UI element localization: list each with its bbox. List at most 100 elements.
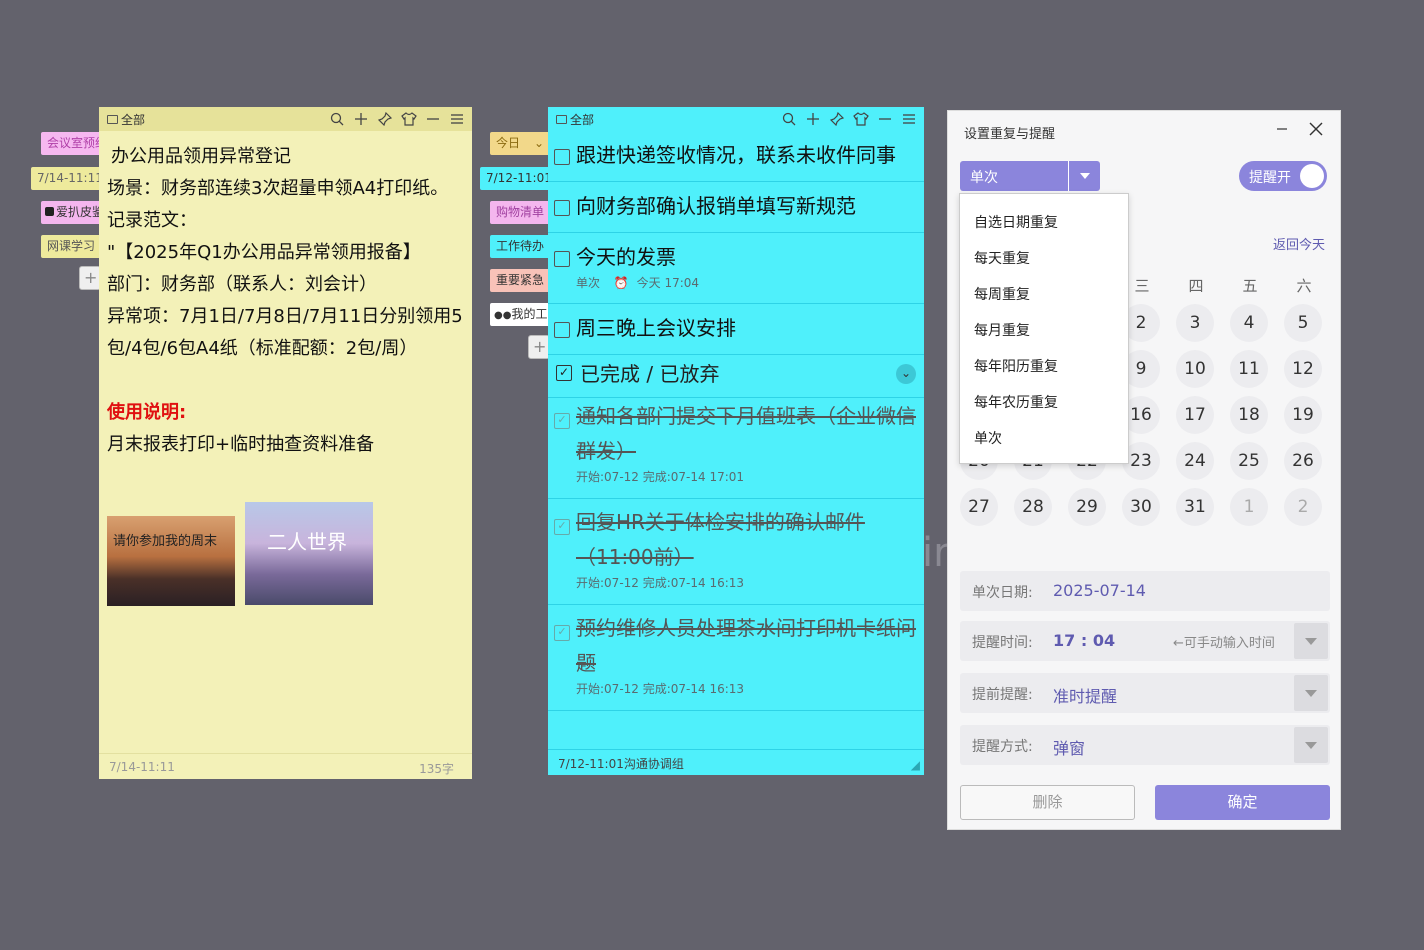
- dialog-title: 设置重复与提醒: [964, 127, 1056, 142]
- menu-icon[interactable]: [900, 109, 918, 129]
- calendar-day[interactable]: 1: [1230, 488, 1268, 526]
- skin-icon[interactable]: [400, 109, 418, 129]
- menu-item[interactable]: 每周重复: [974, 284, 1030, 304]
- menu-item[interactable]: 每天重复: [974, 248, 1030, 268]
- folder-label[interactable]: 全部: [121, 111, 145, 128]
- image-caption: 请你参加我的周末: [113, 534, 218, 549]
- repeat-label: 单次: [576, 276, 601, 290]
- note-image-couple[interactable]: 二人世界: [245, 502, 373, 605]
- todo-item[interactable]: 周三晚上会议安排: [548, 311, 924, 355]
- calendar-day[interactable]: 2: [1284, 488, 1322, 526]
- calendar-day[interactable]: 28: [1014, 488, 1052, 526]
- calendar-day[interactable]: 29: [1068, 488, 1106, 526]
- add-icon[interactable]: [804, 109, 822, 129]
- side-tab-shopping[interactable]: 购物清单: [490, 201, 548, 224]
- note-content[interactable]: 办公用品领用异常登记 场景：财务部连续3次超量申领A4打印纸。 记录范文： "【…: [107, 141, 466, 461]
- time-field[interactable]: 提醒时间: 17 : 04 ←可手动输入时间: [960, 621, 1330, 661]
- search-icon[interactable]: [328, 109, 346, 129]
- time-value[interactable]: 17 : 04: [1053, 631, 1115, 650]
- delete-button[interactable]: 删除: [960, 785, 1135, 820]
- pin-icon[interactable]: [828, 109, 846, 129]
- advance-dropdown[interactable]: [1294, 675, 1328, 711]
- add-note-button[interactable]: +: [79, 266, 101, 290]
- side-tab-time-2[interactable]: 7/12-11:01: [480, 167, 548, 190]
- reminder-toggle[interactable]: 提醒开: [1239, 161, 1327, 191]
- done-section-header[interactable]: ✓ 已完成 / 已放弃 ⌄: [548, 354, 924, 398]
- done-item[interactable]: ✓ 预约维修人员处理茶水间打印机卡纸问 题 开始:07-12 完成:07-14 …: [548, 611, 924, 711]
- menu-item[interactable]: 每年农历重复: [974, 392, 1058, 412]
- menu-item[interactable]: 每月重复: [974, 320, 1030, 340]
- todo-item[interactable]: 今天的发票 单次 ⏰ 今天 17:04: [548, 240, 924, 304]
- checkbox[interactable]: [554, 149, 570, 165]
- checkbox[interactable]: ✓: [554, 413, 570, 429]
- reminder-time: 今天 17:04: [636, 276, 700, 290]
- resize-grip-icon[interactable]: ◢: [911, 758, 920, 772]
- back-today-link[interactable]: 返回今天: [1273, 234, 1325, 253]
- done-item[interactable]: ✓ 通知各部门提交下月值班表（企业微信 群发） 开始:07-12 完成:07-1…: [548, 399, 924, 499]
- image-caption: 二人世界: [267, 530, 347, 554]
- time-hour[interactable]: 17: [1053, 631, 1075, 650]
- minimize-button[interactable]: [1275, 119, 1291, 137]
- date-field[interactable]: 单次日期: 2025-07-14: [960, 571, 1330, 611]
- menu-item[interactable]: 每年阳历重复: [974, 356, 1058, 376]
- note-window-office: 全部 办公用品领用异常登记 场景：财务部连续3次超量申领A4打印纸。 记录范文：…: [99, 107, 472, 779]
- todo-item[interactable]: 跟进快递签收情况，联系未收件同事: [548, 138, 924, 182]
- calendar-day[interactable]: 25: [1230, 442, 1268, 480]
- checkbox[interactable]: ✓: [554, 519, 570, 535]
- calendar-day[interactable]: 30: [1122, 488, 1160, 526]
- folder-label[interactable]: 全部: [570, 111, 594, 128]
- side-tab-meeting[interactable]: 会议室预约: [41, 132, 99, 155]
- calendar-day[interactable]: 24: [1176, 442, 1214, 480]
- calendar-day[interactable]: 27: [960, 488, 998, 526]
- calendar-day[interactable]: 11: [1230, 350, 1268, 388]
- menu-item[interactable]: 自选日期重复: [974, 212, 1058, 232]
- checkbox[interactable]: [554, 322, 570, 338]
- close-icon[interactable]: [1309, 122, 1323, 136]
- calendar-day[interactable]: 12: [1284, 350, 1322, 388]
- method-dropdown[interactable]: [1294, 727, 1328, 763]
- time-dropdown[interactable]: [1294, 623, 1328, 659]
- note-line: 场景：财务部连续3次超量申领A4打印纸。: [107, 178, 449, 199]
- checkbox[interactable]: [554, 251, 570, 267]
- side-tab-time[interactable]: 7/14-11:11: [31, 167, 99, 190]
- calendar-day[interactable]: 17: [1176, 396, 1214, 434]
- menu-icon[interactable]: [448, 109, 466, 129]
- side-tab-locked[interactable]: 爱扒皮鉴: [41, 201, 99, 224]
- done-item[interactable]: ✓ 回复HR关于体检安排的确认邮件 （11:00前） 开始:07-12 完成:0…: [548, 505, 924, 605]
- menu-item[interactable]: 单次: [974, 428, 1002, 448]
- add-icon[interactable]: [352, 109, 370, 129]
- todo-item[interactable]: 向财务部确认报销单填写新规范: [548, 189, 924, 233]
- side-tab-course[interactable]: 网课学习: [41, 235, 99, 258]
- calendar-day[interactable]: 5: [1284, 304, 1322, 342]
- calendar-day[interactable]: 19: [1284, 396, 1322, 434]
- dropdown-button[interactable]: [1068, 161, 1100, 191]
- skin-icon[interactable]: [852, 109, 870, 129]
- note-line: 部门：财务部（联系人：刘会计）: [107, 274, 377, 295]
- calendar-day[interactable]: 10: [1176, 350, 1214, 388]
- calendar-day[interactable]: 26: [1284, 442, 1322, 480]
- note-image-weekend[interactable]: 请你参加我的周末: [107, 516, 235, 606]
- advance-field[interactable]: 提前提醒: 准时提醒: [960, 673, 1330, 713]
- checkbox[interactable]: [554, 200, 570, 216]
- repeat-select[interactable]: 单次: [960, 161, 1100, 191]
- checkbox[interactable]: ✓: [554, 625, 570, 641]
- pin-icon[interactable]: [376, 109, 394, 129]
- time-minute[interactable]: 04: [1093, 631, 1115, 650]
- side-tab-work-todo[interactable]: 工作待办: [490, 235, 548, 258]
- add-note-button-2[interactable]: +: [528, 335, 550, 359]
- done-text: 预约维修人员处理茶水间打印机卡纸问: [576, 616, 916, 640]
- calendar-day[interactable]: 4: [1230, 304, 1268, 342]
- method-field[interactable]: 提醒方式: 弹窗: [960, 725, 1330, 765]
- confirm-button[interactable]: 确定: [1155, 785, 1330, 820]
- minimize-icon[interactable]: [876, 109, 894, 129]
- collapse-icon[interactable]: ⌄: [896, 364, 916, 384]
- calendar-day[interactable]: 3: [1176, 304, 1214, 342]
- side-tab-urgent[interactable]: 重要紧急: [490, 269, 548, 292]
- calendar-day[interactable]: 18: [1230, 396, 1268, 434]
- minimize-icon[interactable]: [424, 109, 442, 129]
- search-icon[interactable]: [780, 109, 798, 129]
- calendar-day[interactable]: 31: [1176, 488, 1214, 526]
- todo-text: 向财务部确认报销单填写新规范: [576, 194, 856, 218]
- side-tab-today[interactable]: 今日 ⌄: [490, 132, 548, 155]
- side-tab-my-work[interactable]: ●●我的工作: [490, 303, 548, 326]
